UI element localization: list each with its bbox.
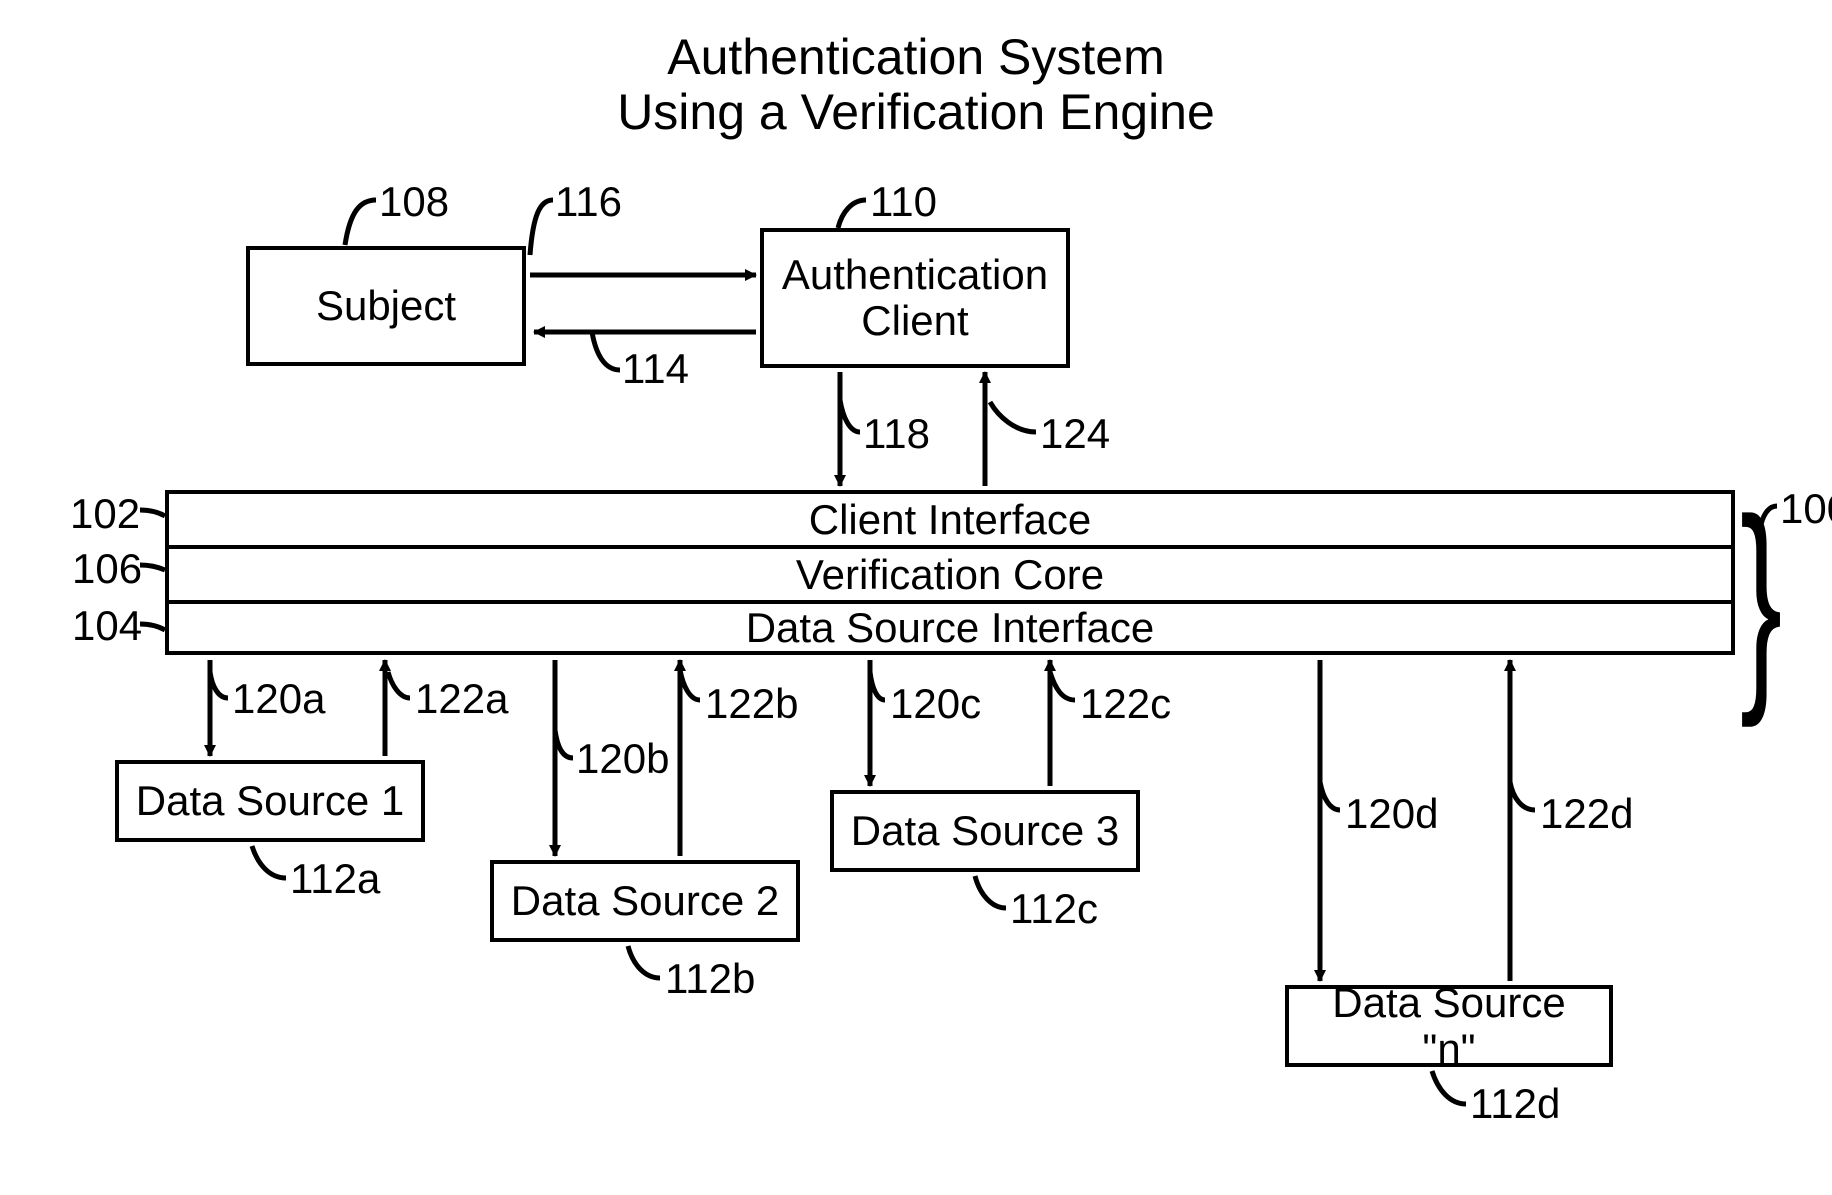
data-source-n-box: Data Source "n" <box>1285 985 1613 1067</box>
leader-112c <box>975 876 1006 908</box>
leader-106 <box>140 565 165 570</box>
data-source-3-box: Data Source 3 <box>830 790 1140 872</box>
ref-124: 124 <box>1040 410 1110 458</box>
ref-110: 110 <box>870 178 937 226</box>
ref-112c: 112c <box>1010 885 1098 933</box>
ref-104: 104 <box>72 602 142 650</box>
leader-122b <box>680 670 700 700</box>
auth-client-text: Authentication Client <box>782 252 1048 344</box>
leader-108 <box>345 200 376 245</box>
engine-stack: Client Interface Verification Core Data … <box>165 490 1735 655</box>
leader-122d <box>1510 782 1535 810</box>
ref-122d: 122d <box>1540 790 1633 838</box>
ref-114: 114 <box>622 345 689 393</box>
ref-112a: 112a <box>290 855 380 903</box>
leader-102 <box>140 510 165 516</box>
ref-122a: 122a <box>415 675 508 723</box>
verification-core-row: Verification Core <box>165 545 1735 600</box>
diagram-title: Authentication System Using a Verificati… <box>416 30 1416 140</box>
leader-120a <box>210 672 228 698</box>
verification-core-label: Verification Core <box>796 551 1104 599</box>
leader-114 <box>592 332 620 370</box>
auth-client-line2: Client <box>861 297 968 344</box>
ref-122c: 122c <box>1080 680 1171 728</box>
leader-122c <box>1050 672 1075 700</box>
leader-120d <box>1320 782 1340 810</box>
title-line2: Using a Verification Engine <box>617 84 1215 140</box>
ref-112d: 112d <box>1470 1080 1560 1128</box>
leader-118 <box>840 400 860 432</box>
leader-112d <box>1432 1071 1466 1104</box>
data-source-2-box: Data Source 2 <box>490 860 800 942</box>
leader-116 <box>530 200 553 255</box>
leader-120c <box>870 672 885 700</box>
data-source-1-label: Data Source 1 <box>136 778 405 824</box>
ref-120b: 120b <box>576 735 669 783</box>
auth-client-box: Authentication Client <box>760 228 1070 368</box>
ref-112b: 112b <box>665 955 755 1003</box>
data-source-1-box: Data Source 1 <box>115 760 425 842</box>
diagram-stage: Authentication System Using a Verificati… <box>0 0 1832 1195</box>
ref-100: 100 <box>1780 485 1832 533</box>
data-source-2-label: Data Source 2 <box>511 878 780 924</box>
auth-client-line1: Authentication <box>782 251 1048 298</box>
ref-108: 108 <box>379 178 449 226</box>
leader-112b <box>628 946 660 978</box>
ref-118: 118 <box>863 410 930 458</box>
ref-106: 106 <box>72 545 142 593</box>
leader-124 <box>990 402 1036 432</box>
data-source-n-label: Data Source "n" <box>1301 980 1597 1072</box>
data-source-3-label: Data Source 3 <box>851 808 1120 854</box>
subject-box: Subject <box>246 246 526 366</box>
ref-120d: 120d <box>1345 790 1438 838</box>
title-line1: Authentication System <box>667 29 1165 85</box>
subject-label: Subject <box>316 283 456 329</box>
client-interface-label: Client Interface <box>809 496 1091 544</box>
leader-122a <box>388 672 410 698</box>
brace-100: } <box>1740 485 1782 715</box>
ref-122b: 122b <box>705 680 798 728</box>
leader-104 <box>140 624 165 630</box>
leader-120b <box>555 730 573 758</box>
ref-120a: 120a <box>232 675 325 723</box>
ref-120c: 120c <box>890 680 981 728</box>
data-source-interface-row: Data Source Interface <box>165 600 1735 655</box>
leader-110 <box>838 200 866 228</box>
client-interface-row: Client Interface <box>165 490 1735 545</box>
leader-112a <box>252 846 286 878</box>
data-source-interface-label: Data Source Interface <box>746 604 1155 652</box>
ref-102: 102 <box>70 490 140 538</box>
ref-116: 116 <box>555 178 622 226</box>
